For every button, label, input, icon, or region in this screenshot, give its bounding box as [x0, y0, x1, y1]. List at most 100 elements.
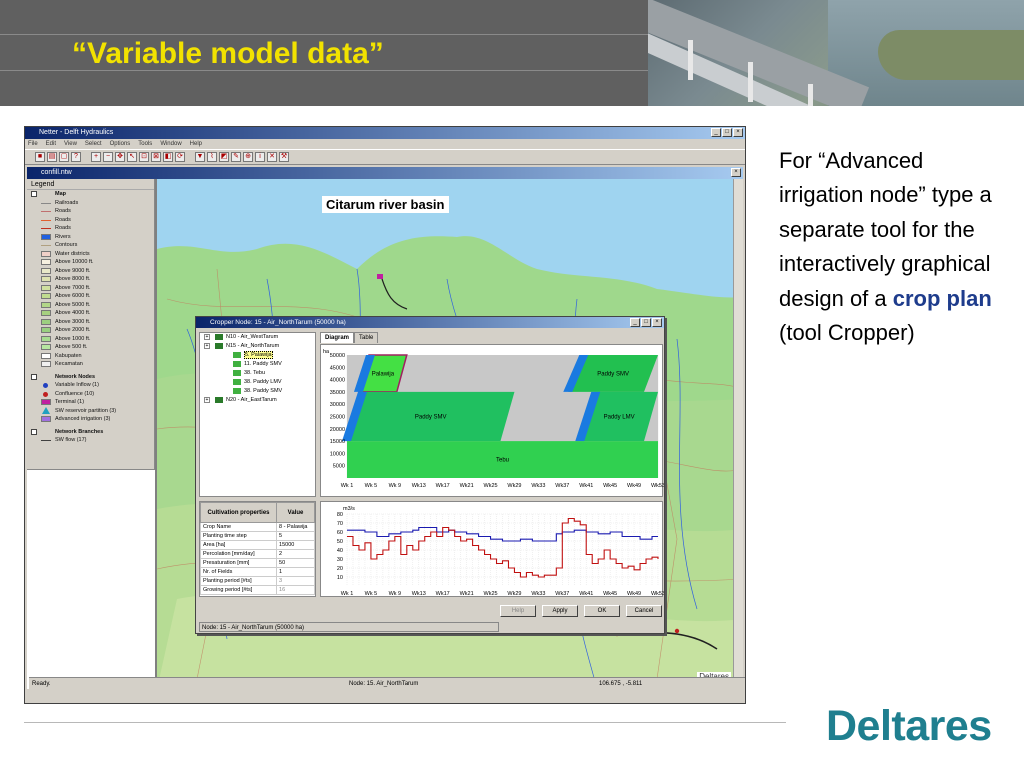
- save-icon[interactable]: ■: [35, 152, 45, 162]
- legend-checkbox[interactable]: [31, 191, 37, 197]
- tab-table[interactable]: Table: [354, 332, 379, 343]
- property-value[interactable]: 8 - Palawija: [276, 522, 315, 532]
- y-tick-label: 40: [337, 548, 343, 554]
- map-vertical-scrollbar[interactable]: [733, 179, 743, 689]
- map-window-close-button[interactable]: ×: [731, 168, 741, 177]
- property-value[interactable]: 1: [276, 567, 315, 577]
- previous-extent-icon[interactable]: ◧: [163, 152, 173, 162]
- property-row[interactable]: Nr. of Fields 1: [199, 567, 315, 577]
- legend-item[interactable]: Network Nodes: [27, 373, 154, 382]
- tree-item[interactable]: 38. Paddy LMV: [200, 378, 315, 387]
- flow-chart: 10 20 30 40 50 60 70 80 m3/s Wk 1 Wk 5 Wk 9 Wk13 Wk17…: [320, 501, 665, 597]
- property-row[interactable]: Planting period [#ts] 3: [199, 576, 315, 586]
- cultivation-properties-grid[interactable]: Cultivation properties Value Crop Name 8 -…: [199, 501, 316, 597]
- property-row[interactable]: Area [ha] 15000: [199, 540, 315, 550]
- property-row[interactable]: Planting time step 5: [199, 531, 315, 541]
- tree-item[interactable]: + N20 - Air_EastTarum: [200, 396, 315, 405]
- property-name: Planting time step: [199, 531, 278, 541]
- app-title: Netter - Delft Hydraulics: [39, 129, 114, 136]
- menu-options[interactable]: Options: [110, 139, 131, 149]
- property-value[interactable]: 2: [276, 549, 315, 559]
- property-value[interactable]: 15000: [276, 540, 315, 550]
- preview-icon[interactable]: ▢: [59, 152, 69, 162]
- zoom-window-icon[interactable]: ⊡: [139, 152, 149, 162]
- refresh-icon[interactable]: ⟳: [175, 152, 185, 162]
- tree-expand-icon[interactable]: +: [204, 334, 210, 340]
- legend-item[interactable]: Network Branches: [27, 428, 154, 437]
- property-value[interactable]: 3: [276, 576, 315, 586]
- legend-item[interactable]: Map: [27, 190, 154, 199]
- legend-item: Contours: [27, 241, 154, 250]
- menu-edit[interactable]: Edit: [46, 139, 56, 149]
- delete-icon[interactable]: ✕: [267, 152, 277, 162]
- property-value[interactable]: 50: [276, 558, 315, 568]
- legend-label: Kecamatan: [55, 361, 83, 367]
- add-node-icon[interactable]: ▼: [195, 152, 205, 162]
- pan-icon[interactable]: ✥: [115, 152, 125, 162]
- status-ready: Ready.: [32, 681, 51, 687]
- tree-item[interactable]: 11. Paddy SMV: [200, 360, 315, 369]
- tree-item[interactable]: 38. Paddy SMV: [200, 387, 315, 396]
- x-tick-label: Wk33: [531, 483, 545, 489]
- ok-button[interactable]: OK: [584, 605, 620, 617]
- tree-folder-icon: [233, 352, 241, 358]
- tree-folder-icon: [233, 388, 241, 394]
- menu-select[interactable]: Select: [85, 139, 102, 149]
- tree-item[interactable]: 38. Tebu: [200, 369, 315, 378]
- legend-swatch: [41, 335, 51, 342]
- property-row[interactable]: Crop Name 8 - Palawija: [199, 522, 315, 532]
- tree-expand-icon[interactable]: +: [204, 397, 210, 403]
- tree-item[interactable]: + N15 - Air_NorthTarum: [200, 342, 315, 351]
- property-name: Growing period [#ts]: [199, 585, 278, 595]
- tree-item[interactable]: + N10 - Air_WestTarum: [200, 333, 315, 342]
- menu-file[interactable]: File: [28, 139, 38, 149]
- print-icon[interactable]: ▤: [47, 152, 57, 162]
- zoom-in-icon[interactable]: +: [91, 152, 101, 162]
- info-icon[interactable]: i: [255, 152, 265, 162]
- tree-expand-icon[interactable]: +: [204, 343, 210, 349]
- connect-icon[interactable]: ✎: [231, 152, 241, 162]
- tree-item[interactable]: 5. Palawija: [200, 351, 315, 360]
- x-tick-label: Wk 9: [389, 591, 402, 597]
- cropper-minimize-button[interactable]: _: [630, 318, 640, 327]
- legend-swatch: [41, 416, 51, 422]
- minimize-button[interactable]: _: [711, 128, 721, 137]
- legend-checkbox[interactable]: [31, 373, 37, 380]
- cropper-maximize-button[interactable]: □: [641, 318, 651, 327]
- apply-button[interactable]: Apply: [542, 605, 578, 617]
- cropper-close-button[interactable]: ×: [652, 318, 662, 327]
- legend-checkbox[interactable]: [31, 428, 37, 435]
- zoom-out-icon[interactable]: −: [103, 152, 113, 162]
- property-row[interactable]: Presaturation [mm] 50: [199, 558, 315, 568]
- legend-label: Advanced irrigation (3): [55, 416, 111, 422]
- tree-label: 38. Paddy SMV: [244, 388, 283, 394]
- crop-plan-diagram[interactable]: Palawija Paddy SMV Paddy SMV Paddy LMV Tebu 5…: [320, 344, 665, 497]
- menu-tools[interactable]: Tools: [138, 139, 152, 149]
- legend-item: Rivers: [27, 233, 154, 242]
- cancel-button[interactable]: Cancel: [626, 605, 662, 617]
- y-tick-label: 25000: [330, 415, 345, 421]
- menu-help[interactable]: Help: [190, 139, 202, 149]
- property-value[interactable]: 5: [276, 531, 315, 541]
- tab-diagram[interactable]: Diagram: [320, 332, 355, 343]
- close-button[interactable]: ×: [733, 128, 743, 137]
- property-value[interactable]: 16: [276, 585, 315, 595]
- crop-tree[interactable]: + N10 - Air_WestTarum + N15 - Air_NorthTaru…: [199, 332, 316, 497]
- property-row[interactable]: Growing period [#ts] 16: [199, 585, 315, 595]
- menu-window[interactable]: Window: [160, 139, 181, 149]
- x-tick-label: Wk49: [627, 591, 641, 597]
- maximize-button[interactable]: □: [722, 128, 732, 137]
- footer-rule: [24, 722, 786, 723]
- property-row[interactable]: Percolation [mm/day] 2: [199, 549, 315, 559]
- menu-view[interactable]: View: [64, 139, 77, 149]
- legend-item: Railroads: [27, 199, 154, 208]
- full-extent-icon[interactable]: ⊠: [151, 152, 161, 162]
- help-button[interactable]: Help: [500, 605, 536, 617]
- select-icon[interactable]: ↖: [127, 152, 137, 162]
- edit-node-icon[interactable]: ◩: [219, 152, 229, 162]
- add-branch-icon[interactable]: ⌇: [207, 152, 217, 162]
- move-icon[interactable]: ⊕: [243, 152, 253, 162]
- settings-icon[interactable]: ⚒: [279, 152, 289, 162]
- help-icon[interactable]: ?: [71, 152, 81, 162]
- header-rule: [0, 34, 648, 35]
